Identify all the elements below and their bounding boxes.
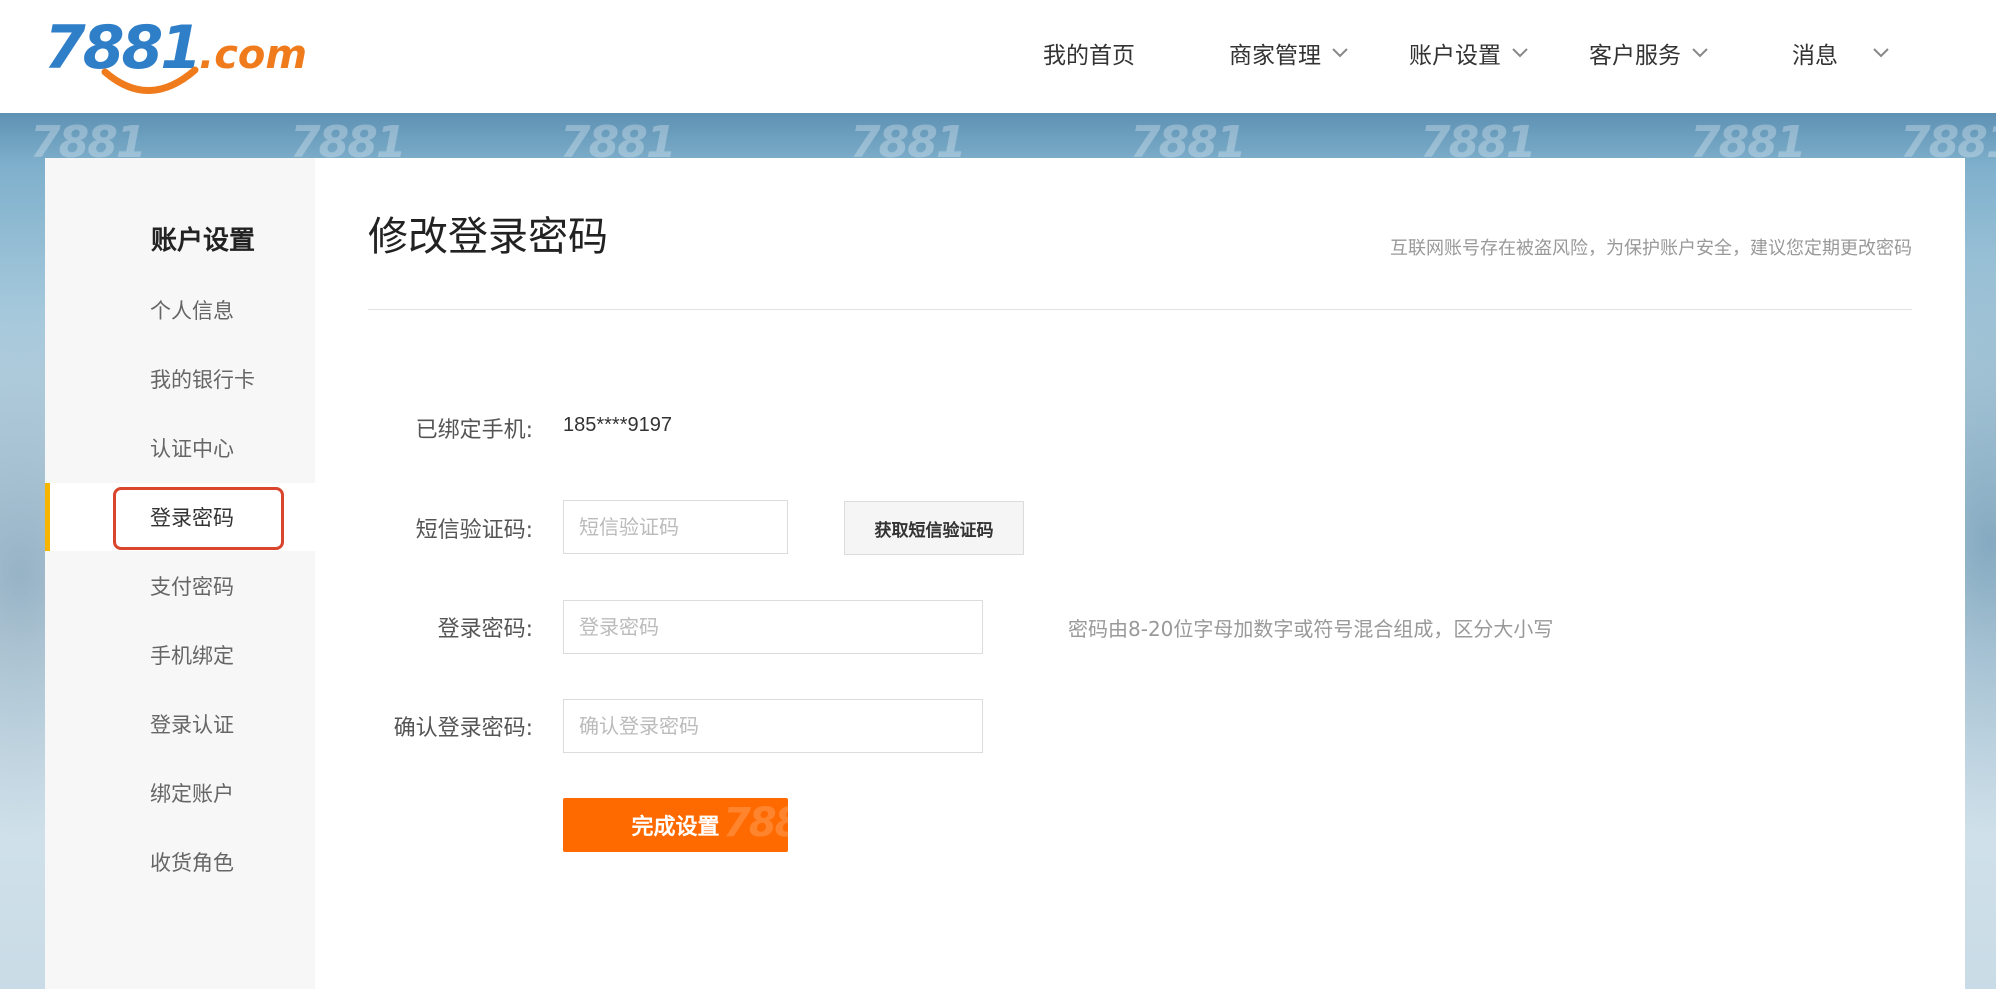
sms-code-input[interactable] <box>563 500 788 554</box>
chevron-down-icon <box>1873 48 1889 58</box>
nav-home[interactable]: 我的首页 <box>1043 36 1135 70</box>
sidebar-item-delivery-role[interactable]: 收货角色 <box>45 828 315 896</box>
phone-label: 已绑定手机: <box>415 418 533 443</box>
settings-card: 账户设置 个人信息 我的银行卡 认证中心 登录密码 支付密码 手机绑定 登录认证… <box>45 158 1965 989</box>
sidebar-item-label: 支付密码 <box>150 575 234 599</box>
site-logo[interactable]: 7881.com <box>42 14 312 94</box>
chevron-down-icon <box>1512 48 1528 58</box>
top-header: 7881.com 我的首页 商家管理 账户设置 客户服务 消息 <box>0 0 1996 113</box>
sidebar-item-bind-account[interactable]: 绑定账户 <box>45 759 315 827</box>
sidebar-title: 账户设置 <box>151 226 256 256</box>
security-hint: 互联网账号存在被盗风险，为保护账户安全，建议您定期更改密码 <box>1390 238 1912 259</box>
sidebar-item-verification[interactable]: 认证中心 <box>45 414 315 482</box>
button-watermark: 7881 <box>723 800 788 846</box>
annotation-highlight-box <box>113 487 284 550</box>
nav-account[interactable]: 账户设置 <box>1409 36 1529 70</box>
nav-merchant-label: 商家管理 <box>1229 43 1321 69</box>
complete-setup-label: 完成设置 <box>631 815 720 840</box>
password-rule-tip: 密码由8-20位字母加数字或符号混合组成，区分大小写 <box>1068 617 1554 641</box>
nav-account-label: 账户设置 <box>1409 43 1501 69</box>
sidebar-item-label: 认证中心 <box>150 437 234 461</box>
sidebar-item-bank-card[interactable]: 我的银行卡 <box>45 345 315 413</box>
page-title: 修改登录密码 <box>368 214 608 260</box>
nav-home-label: 我的首页 <box>1043 43 1135 69</box>
sidebar-item-label: 个人信息 <box>150 299 234 323</box>
logo-smile-icon <box>101 66 199 94</box>
confirm-password-input[interactable] <box>563 699 983 753</box>
password-input[interactable] <box>563 600 983 654</box>
chevron-down-icon <box>1692 48 1708 58</box>
nav-merchant[interactable]: 商家管理 <box>1229 36 1349 70</box>
nav-service-label: 客户服务 <box>1589 43 1681 69</box>
account-sidebar: 账户设置 个人信息 我的银行卡 认证中心 登录密码 支付密码 手机绑定 登录认证… <box>45 158 315 989</box>
sidebar-item-label: 登录认证 <box>150 713 234 737</box>
password-label: 登录密码: <box>437 617 533 642</box>
nav-messages[interactable]: 消息 <box>1792 36 1890 70</box>
active-indicator <box>45 483 50 551</box>
chevron-down-icon <box>1332 48 1348 58</box>
nav-messages-label: 消息 <box>1792 43 1838 69</box>
logo-domain: .com <box>199 32 308 78</box>
sidebar-item-label: 手机绑定 <box>150 644 234 668</box>
sidebar-item-profile[interactable]: 个人信息 <box>45 276 315 344</box>
title-divider <box>368 309 1912 310</box>
sidebar-item-pay-password[interactable]: 支付密码 <box>45 552 315 620</box>
sidebar-item-label: 收货角色 <box>150 851 234 875</box>
sidebar-item-phone-binding[interactable]: 手机绑定 <box>45 621 315 689</box>
confirm-password-label: 确认登录密码: <box>393 716 533 741</box>
sms-code-label: 短信验证码: <box>415 518 533 543</box>
sidebar-item-label: 绑定账户 <box>150 782 234 806</box>
nav-service[interactable]: 客户服务 <box>1589 36 1709 70</box>
sidebar-item-login-auth[interactable]: 登录认证 <box>45 690 315 758</box>
sidebar-item-label: 我的银行卡 <box>150 368 255 392</box>
get-sms-code-button[interactable]: 获取短信验证码 <box>844 501 1024 555</box>
phone-value: 185****9197 <box>563 414 672 436</box>
complete-setup-button[interactable]: 7881 完成设置 <box>563 798 788 852</box>
